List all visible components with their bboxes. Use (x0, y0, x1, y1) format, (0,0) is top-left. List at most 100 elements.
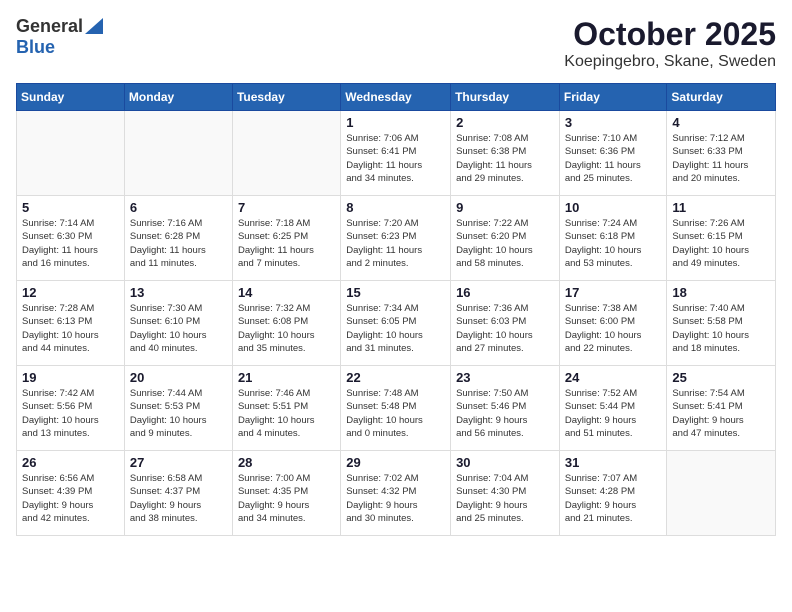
day-number: 19 (22, 370, 119, 385)
day-info: Sunrise: 7:20 AM Sunset: 6:23 PM Dayligh… (346, 217, 445, 270)
day-cell (232, 111, 340, 196)
week-row-3: 12 Sunrise: 7:28 AM Sunset: 6:13 PM Dayli… (17, 281, 776, 366)
weekday-header-tuesday: Tuesday (232, 84, 340, 111)
week-row-2: 5 Sunrise: 7:14 AM Sunset: 6:30 PM Daylig… (17, 196, 776, 281)
day-number: 29 (346, 455, 445, 470)
day-info: Sunrise: 7:36 AM Sunset: 6:03 PM Dayligh… (456, 302, 554, 355)
day-info: Sunrise: 6:58 AM Sunset: 4:37 PM Dayligh… (130, 472, 227, 525)
page-header: General Blue October 2025 Koepingebro, S… (16, 16, 776, 71)
day-number: 12 (22, 285, 119, 300)
logo: General Blue (16, 16, 103, 58)
day-cell: 30 Sunrise: 7:04 AM Sunset: 4:30 PM Dayli… (451, 451, 560, 536)
day-number: 4 (672, 115, 770, 130)
day-info: Sunrise: 7:40 AM Sunset: 5:58 PM Dayligh… (672, 302, 770, 355)
day-cell: 8Sunrise: 7:20 AM Sunset: 6:23 PM Daylig… (341, 196, 451, 281)
day-number: 3 (565, 115, 662, 130)
day-info: Sunrise: 7:46 AM Sunset: 5:51 PM Dayligh… (238, 387, 335, 440)
day-number: 17 (565, 285, 662, 300)
day-number: 7 (238, 200, 335, 215)
day-cell: 19 Sunrise: 7:42 AM Sunset: 5:56 PM Dayli… (17, 366, 125, 451)
day-info: Sunrise: 7:22 AM Sunset: 6:20 PM Dayligh… (456, 217, 554, 270)
logo-general-text: General (16, 16, 83, 37)
weekday-header-monday: Monday (124, 84, 232, 111)
day-cell: 3 Sunrise: 7:10 AM Sunset: 6:36 PM Daylig… (559, 111, 667, 196)
day-cell: 20Sunrise: 7:44 AM Sunset: 5:53 PM Dayli… (124, 366, 232, 451)
day-number: 30 (456, 455, 554, 470)
day-cell: 24Sunrise: 7:52 AM Sunset: 5:44 PM Dayli… (559, 366, 667, 451)
day-cell: 26 Sunrise: 6:56 AM Sunset: 4:39 PM Dayli… (17, 451, 125, 536)
day-number: 26 (22, 455, 119, 470)
day-number: 31 (565, 455, 662, 470)
day-info: Sunrise: 7:28 AM Sunset: 6:13 PM Dayligh… (22, 302, 119, 355)
title-block: October 2025 Koepingebro, Skane, Sweden (564, 16, 776, 71)
day-info: Sunrise: 7:02 AM Sunset: 4:32 PM Dayligh… (346, 472, 445, 525)
weekday-header-thursday: Thursday (451, 84, 560, 111)
day-number: 28 (238, 455, 335, 470)
day-number: 21 (238, 370, 335, 385)
day-number: 9 (456, 200, 554, 215)
day-cell: 11 Sunrise: 7:26 AM Sunset: 6:15 PM Dayli… (667, 196, 776, 281)
day-number: 25 (672, 370, 770, 385)
day-cell: 28Sunrise: 7:00 AM Sunset: 4:35 PM Dayli… (232, 451, 340, 536)
day-info: Sunrise: 7:38 AM Sunset: 6:00 PM Dayligh… (565, 302, 662, 355)
logo-blue-text: Blue (16, 37, 55, 58)
day-cell: 18Sunrise: 7:40 AM Sunset: 5:58 PM Dayli… (667, 281, 776, 366)
weekday-header-row: SundayMondayTuesdayWednesdayThursdayFrid… (17, 84, 776, 111)
day-cell: 15 Sunrise: 7:34 AM Sunset: 6:05 PM Dayli… (341, 281, 451, 366)
day-cell: 12 Sunrise: 7:28 AM Sunset: 6:13 PM Dayli… (17, 281, 125, 366)
day-info: Sunrise: 7:10 AM Sunset: 6:36 PM Dayligh… (565, 132, 662, 185)
weekday-header-sunday: Sunday (17, 84, 125, 111)
day-info: Sunrise: 7:42 AM Sunset: 5:56 PM Dayligh… (22, 387, 119, 440)
weekday-header-wednesday: Wednesday (341, 84, 451, 111)
day-info: Sunrise: 7:26 AM Sunset: 6:15 PM Dayligh… (672, 217, 770, 270)
day-cell: 5 Sunrise: 7:14 AM Sunset: 6:30 PM Daylig… (17, 196, 125, 281)
month-title: October 2025 (564, 16, 776, 53)
day-info: Sunrise: 7:24 AM Sunset: 6:18 PM Dayligh… (565, 217, 662, 270)
day-info: Sunrise: 6:56 AM Sunset: 4:39 PM Dayligh… (22, 472, 119, 525)
day-info: Sunrise: 7:50 AM Sunset: 5:46 PM Dayligh… (456, 387, 554, 440)
day-info: Sunrise: 7:32 AM Sunset: 6:08 PM Dayligh… (238, 302, 335, 355)
week-row-4: 19 Sunrise: 7:42 AM Sunset: 5:56 PM Dayli… (17, 366, 776, 451)
day-cell: 10Sunrise: 7:24 AM Sunset: 6:18 PM Dayli… (559, 196, 667, 281)
day-cell: 31 Sunrise: 7:07 AM Sunset: 4:28 PM Dayli… (559, 451, 667, 536)
day-cell (667, 451, 776, 536)
logo-icon (85, 18, 103, 34)
day-number: 23 (456, 370, 554, 385)
day-number: 27 (130, 455, 227, 470)
day-cell: 14Sunrise: 7:32 AM Sunset: 6:08 PM Dayli… (232, 281, 340, 366)
day-number: 1 (346, 115, 445, 130)
day-number: 15 (346, 285, 445, 300)
day-cell: 25 Sunrise: 7:54 AM Sunset: 5:41 PM Dayli… (667, 366, 776, 451)
day-info: Sunrise: 7:14 AM Sunset: 6:30 PM Dayligh… (22, 217, 119, 270)
week-row-1: 1 Sunrise: 7:06 AM Sunset: 6:41 PM Daylig… (17, 111, 776, 196)
day-number: 6 (130, 200, 227, 215)
calendar-table: SundayMondayTuesdayWednesdayThursdayFrid… (16, 83, 776, 536)
day-cell: 1 Sunrise: 7:06 AM Sunset: 6:41 PM Daylig… (341, 111, 451, 196)
location-title: Koepingebro, Skane, Sweden (564, 53, 776, 71)
day-info: Sunrise: 7:18 AM Sunset: 6:25 PM Dayligh… (238, 217, 335, 270)
day-cell: 22Sunrise: 7:48 AM Sunset: 5:48 PM Dayli… (341, 366, 451, 451)
day-cell: 16 Sunrise: 7:36 AM Sunset: 6:03 PM Dayli… (451, 281, 560, 366)
day-info: Sunrise: 7:06 AM Sunset: 6:41 PM Dayligh… (346, 132, 445, 185)
day-info: Sunrise: 7:30 AM Sunset: 6:10 PM Dayligh… (130, 302, 227, 355)
day-info: Sunrise: 7:34 AM Sunset: 6:05 PM Dayligh… (346, 302, 445, 355)
day-cell: 7 Sunrise: 7:18 AM Sunset: 6:25 PM Daylig… (232, 196, 340, 281)
day-info: Sunrise: 7:07 AM Sunset: 4:28 PM Dayligh… (565, 472, 662, 525)
day-info: Sunrise: 7:16 AM Sunset: 6:28 PM Dayligh… (130, 217, 227, 270)
day-cell: 21 Sunrise: 7:46 AM Sunset: 5:51 PM Dayli… (232, 366, 340, 451)
day-number: 16 (456, 285, 554, 300)
day-info: Sunrise: 7:04 AM Sunset: 4:30 PM Dayligh… (456, 472, 554, 525)
day-cell: 29 Sunrise: 7:02 AM Sunset: 4:32 PM Dayli… (341, 451, 451, 536)
day-info: Sunrise: 7:54 AM Sunset: 5:41 PM Dayligh… (672, 387, 770, 440)
day-cell: 6 Sunrise: 7:16 AM Sunset: 6:28 PM Daylig… (124, 196, 232, 281)
day-info: Sunrise: 7:08 AM Sunset: 6:38 PM Dayligh… (456, 132, 554, 185)
day-cell: 27 Sunrise: 6:58 AM Sunset: 4:37 PM Dayli… (124, 451, 232, 536)
day-cell: 2Sunrise: 7:08 AM Sunset: 6:38 PM Daylig… (451, 111, 560, 196)
day-info: Sunrise: 7:52 AM Sunset: 5:44 PM Dayligh… (565, 387, 662, 440)
day-number: 20 (130, 370, 227, 385)
day-cell: 17 Sunrise: 7:38 AM Sunset: 6:00 PM Dayli… (559, 281, 667, 366)
day-number: 5 (22, 200, 119, 215)
day-number: 13 (130, 285, 227, 300)
day-number: 11 (672, 200, 770, 215)
day-cell (124, 111, 232, 196)
